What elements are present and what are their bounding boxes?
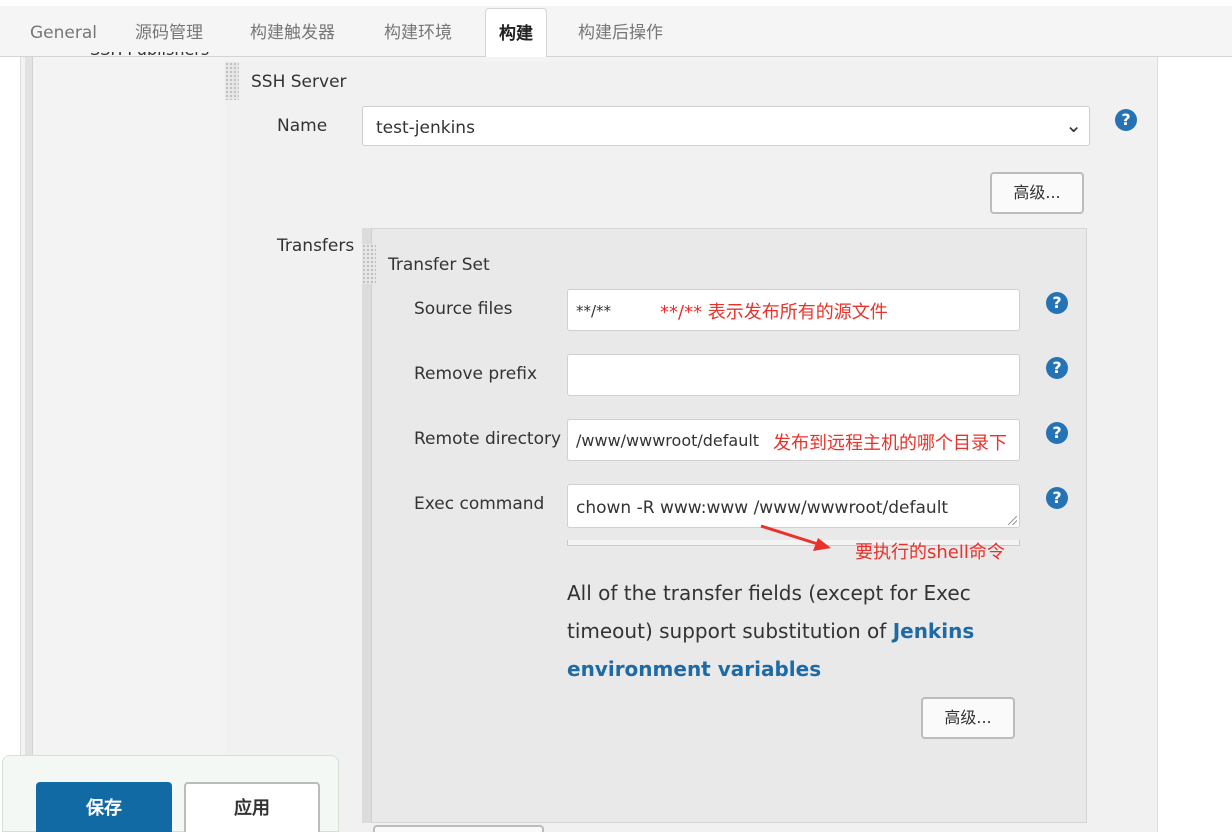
chevron-down-icon: ⌄: [1065, 113, 1082, 137]
help-icon[interactable]: ?: [1046, 422, 1068, 444]
tab-build-environment[interactable]: 构建环境: [384, 16, 452, 51]
ssh-server-drag-handle[interactable]: [225, 62, 239, 100]
exec-command-value: chown -R www:www /www/wwwroot/default: [576, 498, 949, 518]
tab-post-build-actions[interactable]: 构建后操作: [578, 16, 663, 51]
remove-prefix-input[interactable]: [567, 354, 1020, 396]
source-files-label: Source files: [414, 299, 513, 319]
tab-build-triggers[interactable]: 构建触发器: [250, 16, 335, 51]
remote-directory-annotation: 发布到远程主机的哪个目录下: [773, 433, 1007, 454]
tab-bar: General 源码管理 构建触发器 构建环境 构建 构建后操作: [0, 6, 1232, 58]
add-transfer-set-button[interactable]: [373, 825, 544, 832]
name-label: Name: [277, 116, 328, 136]
resize-handle-icon[interactable]: [1008, 516, 1017, 525]
tab-build[interactable]: 构建: [485, 8, 547, 58]
help-icon[interactable]: ?: [1046, 487, 1068, 509]
ssh-server-title: SSH Server: [251, 72, 347, 92]
source-files-value: **/**: [576, 302, 612, 320]
source-files-annotation: **/** 表示发布所有的源文件: [660, 302, 888, 323]
section-rail: [25, 57, 33, 832]
ssh-server-name-value: test-jenkins: [376, 118, 475, 138]
transfer-fields-info: All of the transfer fields (except for E…: [567, 574, 1037, 688]
transfer-set-drag-handle[interactable]: [362, 244, 376, 284]
transfer-set-rail: [362, 228, 372, 823]
remote-directory-value: /www/wwwroot/default: [576, 431, 760, 450]
ssh-server-name-select[interactable]: test-jenkins ⌄: [362, 106, 1090, 146]
transfer-set-advanced-button[interactable]: 高级...: [921, 697, 1015, 739]
help-icon[interactable]: ?: [1046, 357, 1068, 379]
ssh-server-advanced-button[interactable]: 高级...: [990, 172, 1084, 214]
remote-directory-label: Remote directory: [414, 429, 562, 449]
remove-prefix-label: Remove prefix: [414, 364, 538, 384]
save-button[interactable]: 保存: [36, 782, 172, 832]
help-icon[interactable]: ?: [1115, 109, 1137, 131]
transfer-set-title: Transfer Set: [388, 255, 490, 275]
exec-command-label: Exec command: [414, 494, 545, 514]
help-icon[interactable]: ?: [1046, 292, 1068, 314]
transfers-label: Transfers: [277, 236, 355, 256]
tab-source-management[interactable]: 源码管理: [135, 16, 203, 51]
annotation-arrow-icon: [760, 524, 831, 551]
apply-button[interactable]: 应用: [184, 782, 320, 832]
tab-general[interactable]: General: [30, 16, 97, 51]
exec-command-annotation: 要执行的shell命令: [855, 542, 1005, 563]
